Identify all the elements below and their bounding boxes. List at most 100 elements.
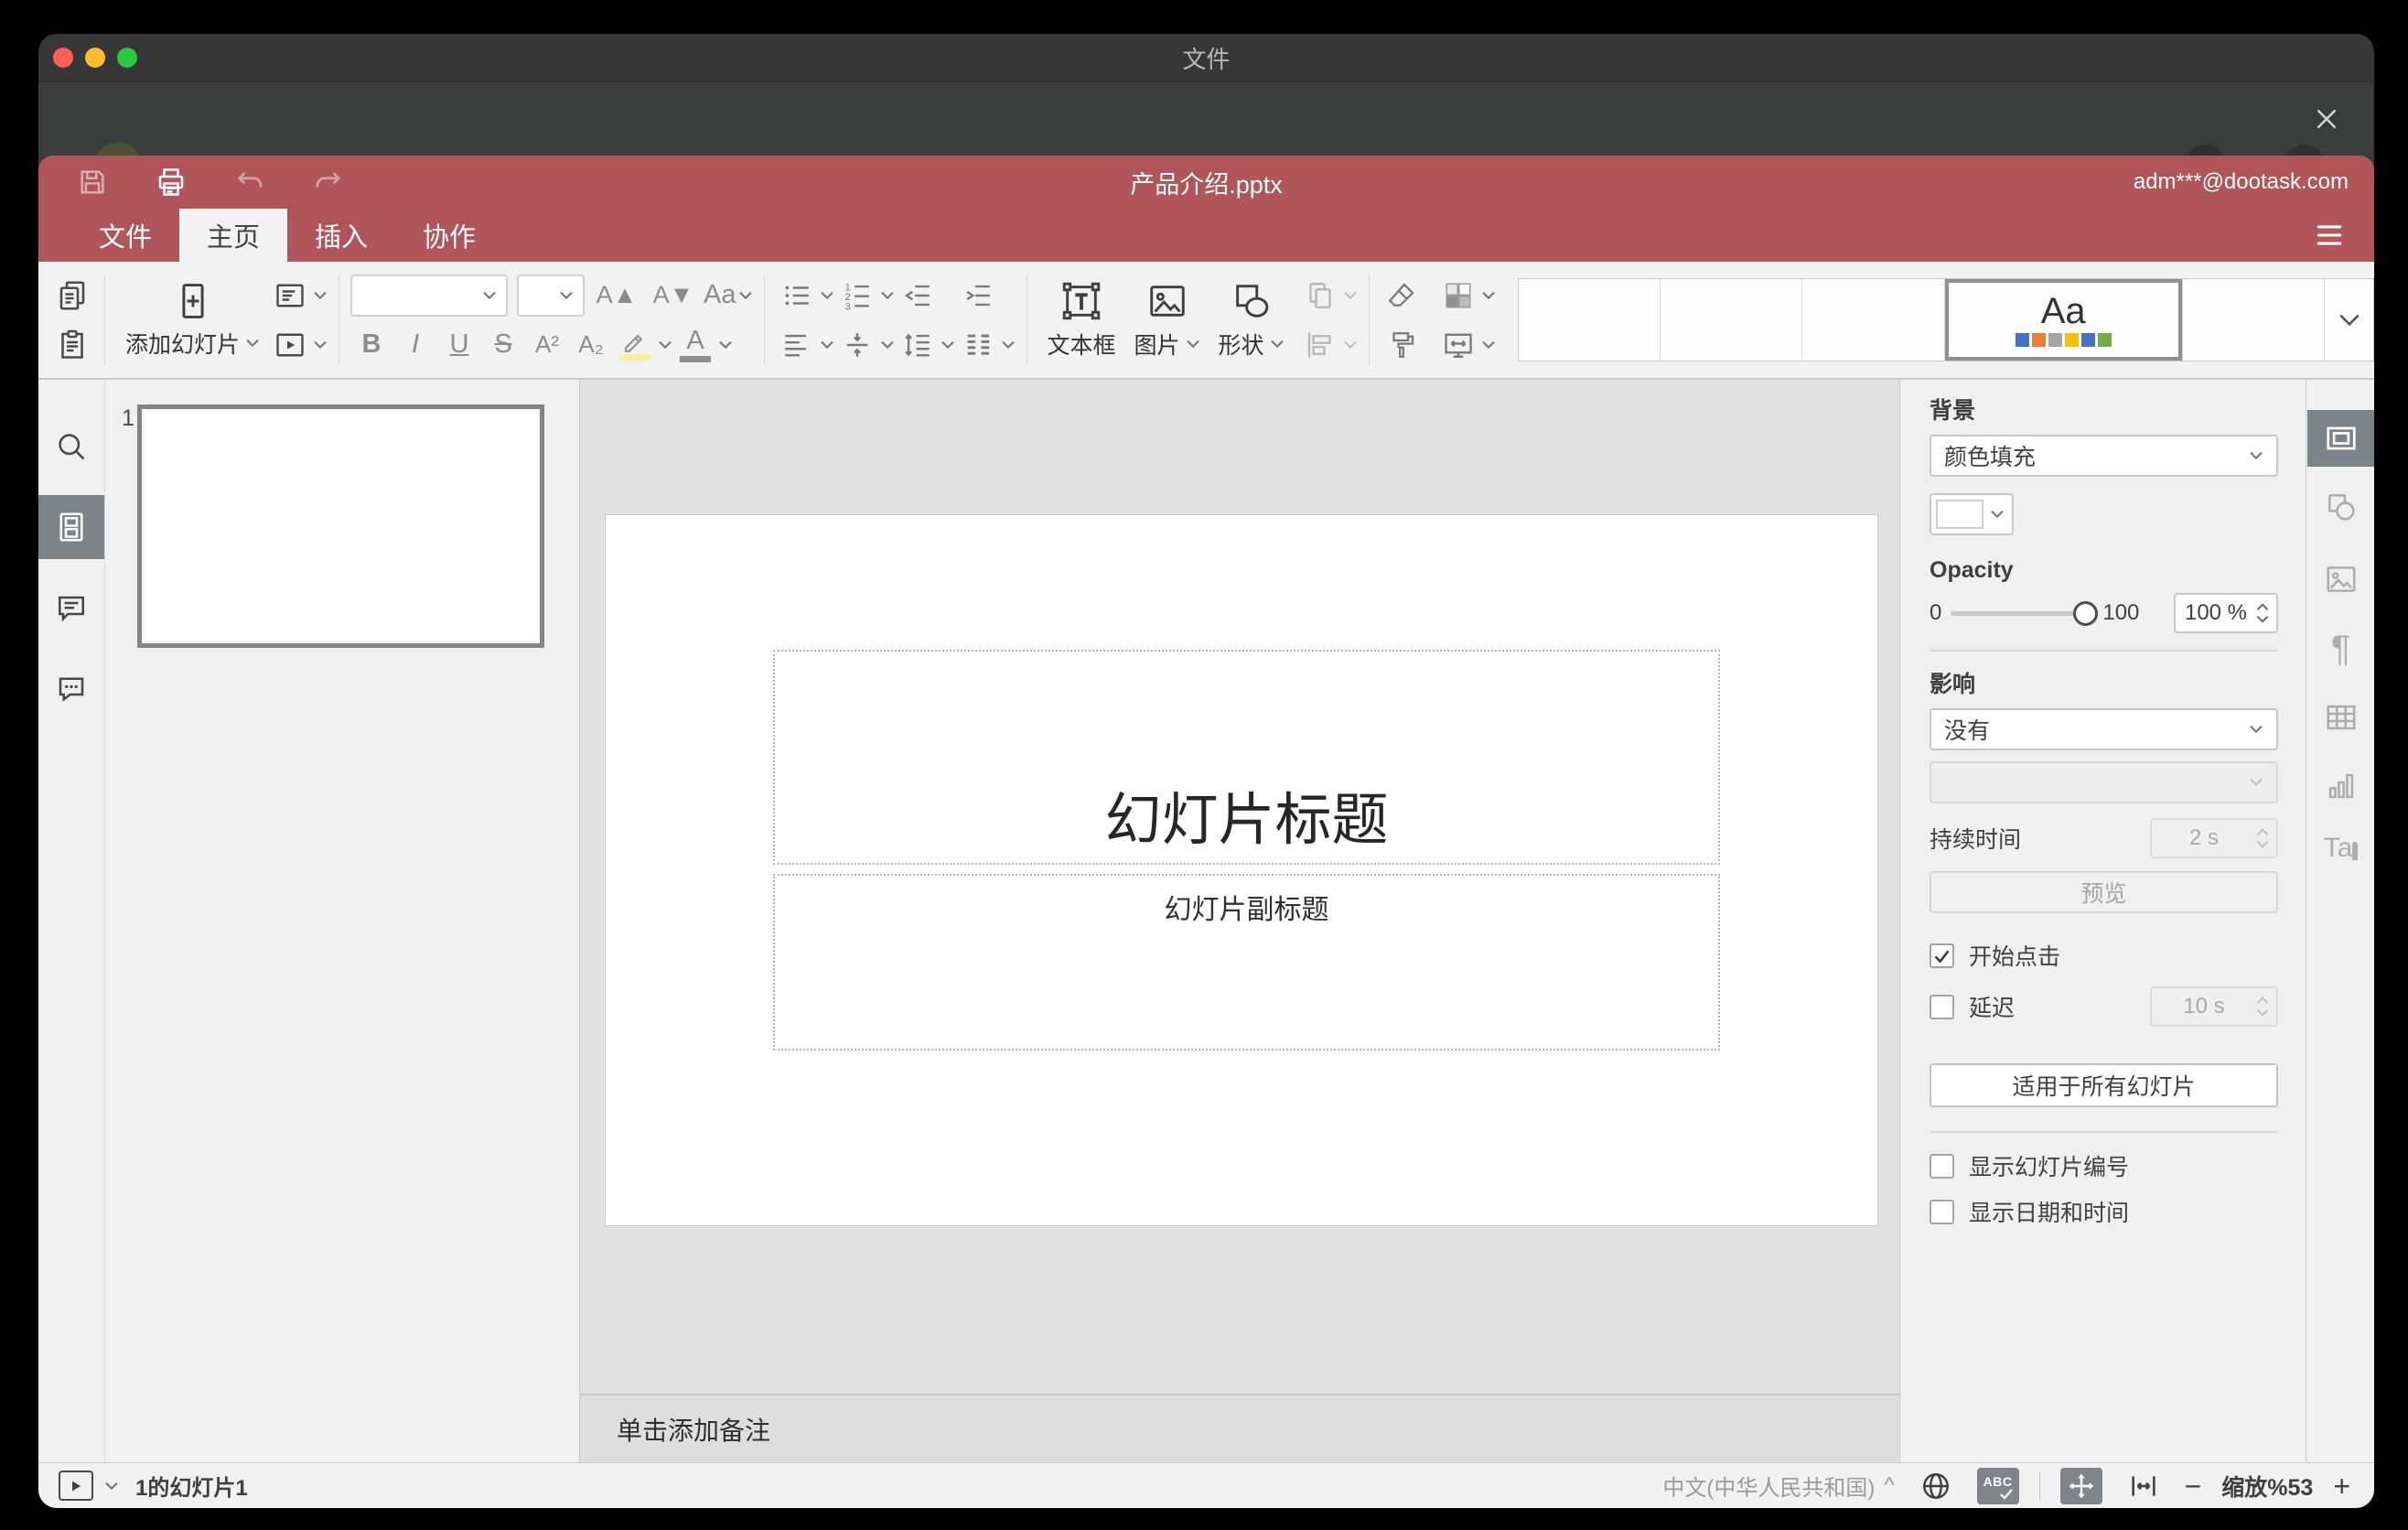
increase-font-button[interactable]: A ▲ <box>596 275 638 317</box>
insert-image-button[interactable]: 图片 <box>1125 269 1209 372</box>
comment-icon <box>58 596 85 622</box>
zoom-out-button[interactable]: − <box>2185 1471 2202 1501</box>
align-shape-button[interactable] <box>1299 324 1358 366</box>
decrease-font-button[interactable]: A ▼ <box>652 275 694 317</box>
image-settings-button[interactable] <box>2307 551 2374 608</box>
change-case-button[interactable]: Aa <box>704 275 752 317</box>
theme-thumbnail[interactable] <box>1802 279 1945 361</box>
highlight-color-button[interactable] <box>614 324 672 366</box>
insert-textbox-button[interactable]: 文本框 <box>1038 269 1125 372</box>
chevron-down-icon <box>2338 314 2360 326</box>
slide-settings-button[interactable] <box>2307 410 2374 467</box>
title-placeholder[interactable]: 幻灯片标题 <box>773 650 1720 865</box>
delay-checkbox[interactable] <box>1930 994 1954 1019</box>
chevron-down-icon <box>820 340 833 349</box>
undo-button[interactable] <box>229 161 271 203</box>
slide-layout-button[interactable] <box>269 275 328 317</box>
add-slide-button[interactable]: 添加幻灯片 <box>116 269 269 372</box>
start-on-click-checkbox[interactable] <box>1930 943 1954 968</box>
close-dialog-button[interactable] <box>2306 99 2347 139</box>
horizontal-align-button[interactable] <box>776 324 834 366</box>
superscript-button[interactable]: A² <box>526 324 568 366</box>
spell-check-button[interactable]: ABC <box>1976 1467 2019 1504</box>
slide-thumbnail[interactable] <box>137 404 544 648</box>
slide-size-button[interactable] <box>1437 324 1496 366</box>
chevron-down-icon <box>560 291 573 299</box>
numbering-button[interactable]: 123 <box>836 275 895 317</box>
fit-to-width-button[interactable] <box>2123 1468 2165 1504</box>
theme-thumbnail[interactable] <box>1519 279 1661 361</box>
slides-panel-button[interactable] <box>38 495 104 559</box>
show-slide-number-label: 显示幻灯片编号 <box>1969 1155 2130 1180</box>
fit-to-slide-button[interactable] <box>2059 1467 2102 1504</box>
background-fill-select[interactable]: 颜色填充 <box>1930 435 2278 477</box>
chevron-down-icon[interactable] <box>104 1481 119 1492</box>
copy-button[interactable] <box>51 275 93 317</box>
menu-button[interactable] <box>2308 215 2350 255</box>
arrange-shape-button[interactable] <box>1299 275 1358 317</box>
tab-file[interactable]: 文件 <box>71 209 179 262</box>
columns-button[interactable] <box>957 324 1016 366</box>
comments-panel-button[interactable] <box>38 576 104 641</box>
copy-style-button[interactable] <box>1381 324 1423 366</box>
subtitle-placeholder[interactable]: 幻灯片副标题 <box>773 874 1720 1051</box>
spinner-arrows[interactable] <box>2256 603 2269 623</box>
paste-button[interactable] <box>51 324 93 366</box>
fit-width-icon <box>2131 1475 2155 1496</box>
effect-select[interactable]: 没有 <box>1930 708 2278 750</box>
subscript-button[interactable]: A₂ <box>570 324 612 366</box>
italic-button[interactable]: I <box>394 324 436 366</box>
show-date-time-checkbox[interactable] <box>1930 1199 1954 1224</box>
search-panel-button[interactable] <box>38 415 104 479</box>
color-scheme-button[interactable] <box>1437 275 1496 317</box>
notes-area[interactable]: 单击添加备注 <box>580 1394 1899 1462</box>
slide-subtitle-text: 幻灯片副标题 <box>1164 895 1329 925</box>
chart-settings-button[interactable] <box>2307 758 2374 814</box>
show-slide-number-checkbox[interactable] <box>1930 1153 1954 1179</box>
zoom-in-button[interactable]: + <box>2333 1471 2350 1501</box>
opacity-slider-knob[interactable] <box>2073 600 2099 626</box>
line-spacing-button[interactable] <box>897 324 955 366</box>
insert-shape-button[interactable]: 形状 <box>1209 269 1294 372</box>
save-button[interactable] <box>71 161 113 203</box>
paragraph-settings-button[interactable]: ¶ <box>2307 620 2374 677</box>
clear-style-button[interactable] <box>1381 275 1423 317</box>
tab-home[interactable]: 主页 <box>179 209 288 262</box>
font-color-button[interactable]: A <box>674 324 733 366</box>
start-slideshow-button[interactable] <box>269 324 328 366</box>
strikethrough-button[interactable]: S <box>482 324 524 366</box>
set-language-button[interactable] <box>1915 1468 1957 1504</box>
slide-title-text: 幻灯片标题 <box>1104 789 1389 852</box>
vertical-align-button[interactable] <box>836 324 895 366</box>
chevron-down-icon <box>738 291 752 299</box>
theme-thumbnail-selected[interactable]: Aa <box>1944 279 2183 361</box>
decrease-font-label: A <box>652 281 670 308</box>
chat-icon <box>59 677 84 702</box>
font-name-combobox[interactable] <box>350 274 509 317</box>
language-selector[interactable]: 中文(中华人民共和国) ^ <box>1662 1470 1894 1502</box>
theme-sample-text: Aa <box>2040 291 2086 331</box>
font-size-combobox[interactable] <box>517 274 586 317</box>
shape-settings-button[interactable] <box>2307 479 2374 535</box>
bold-button[interactable]: B <box>350 324 392 366</box>
table-settings-button[interactable] <box>2307 689 2374 746</box>
bullets-button[interactable] <box>776 275 834 317</box>
print-button[interactable] <box>150 161 192 203</box>
theme-thumbnail[interactable] <box>1661 279 1803 361</box>
increase-indent-button[interactable] <box>957 275 999 317</box>
effect-type-select <box>1930 761 2278 803</box>
text-art-settings-button[interactable]: Ta <box>2307 821 2374 878</box>
decrease-indent-button[interactable] <box>897 275 939 317</box>
start-slideshow-status-button[interactable] <box>59 1471 93 1501</box>
tab-insert[interactable]: 插入 <box>287 209 395 262</box>
opacity-spinbox[interactable]: 100 % <box>2174 593 2278 633</box>
theme-thumbnail[interactable] <box>2182 279 2326 361</box>
tab-collaboration[interactable]: 协作 <box>395 209 503 262</box>
background-color-picker[interactable] <box>1930 493 2014 535</box>
chat-panel-button[interactable] <box>38 657 104 721</box>
apply-to-all-slides-button[interactable]: 适用于所有幻灯片 <box>1930 1063 2278 1107</box>
underline-button[interactable]: U <box>438 324 480 366</box>
slide-editing-area[interactable]: 幻灯片标题 幻灯片副标题 <box>606 515 1877 1225</box>
redo-button[interactable] <box>307 161 349 203</box>
theme-gallery-expand-button[interactable] <box>2325 279 2374 361</box>
